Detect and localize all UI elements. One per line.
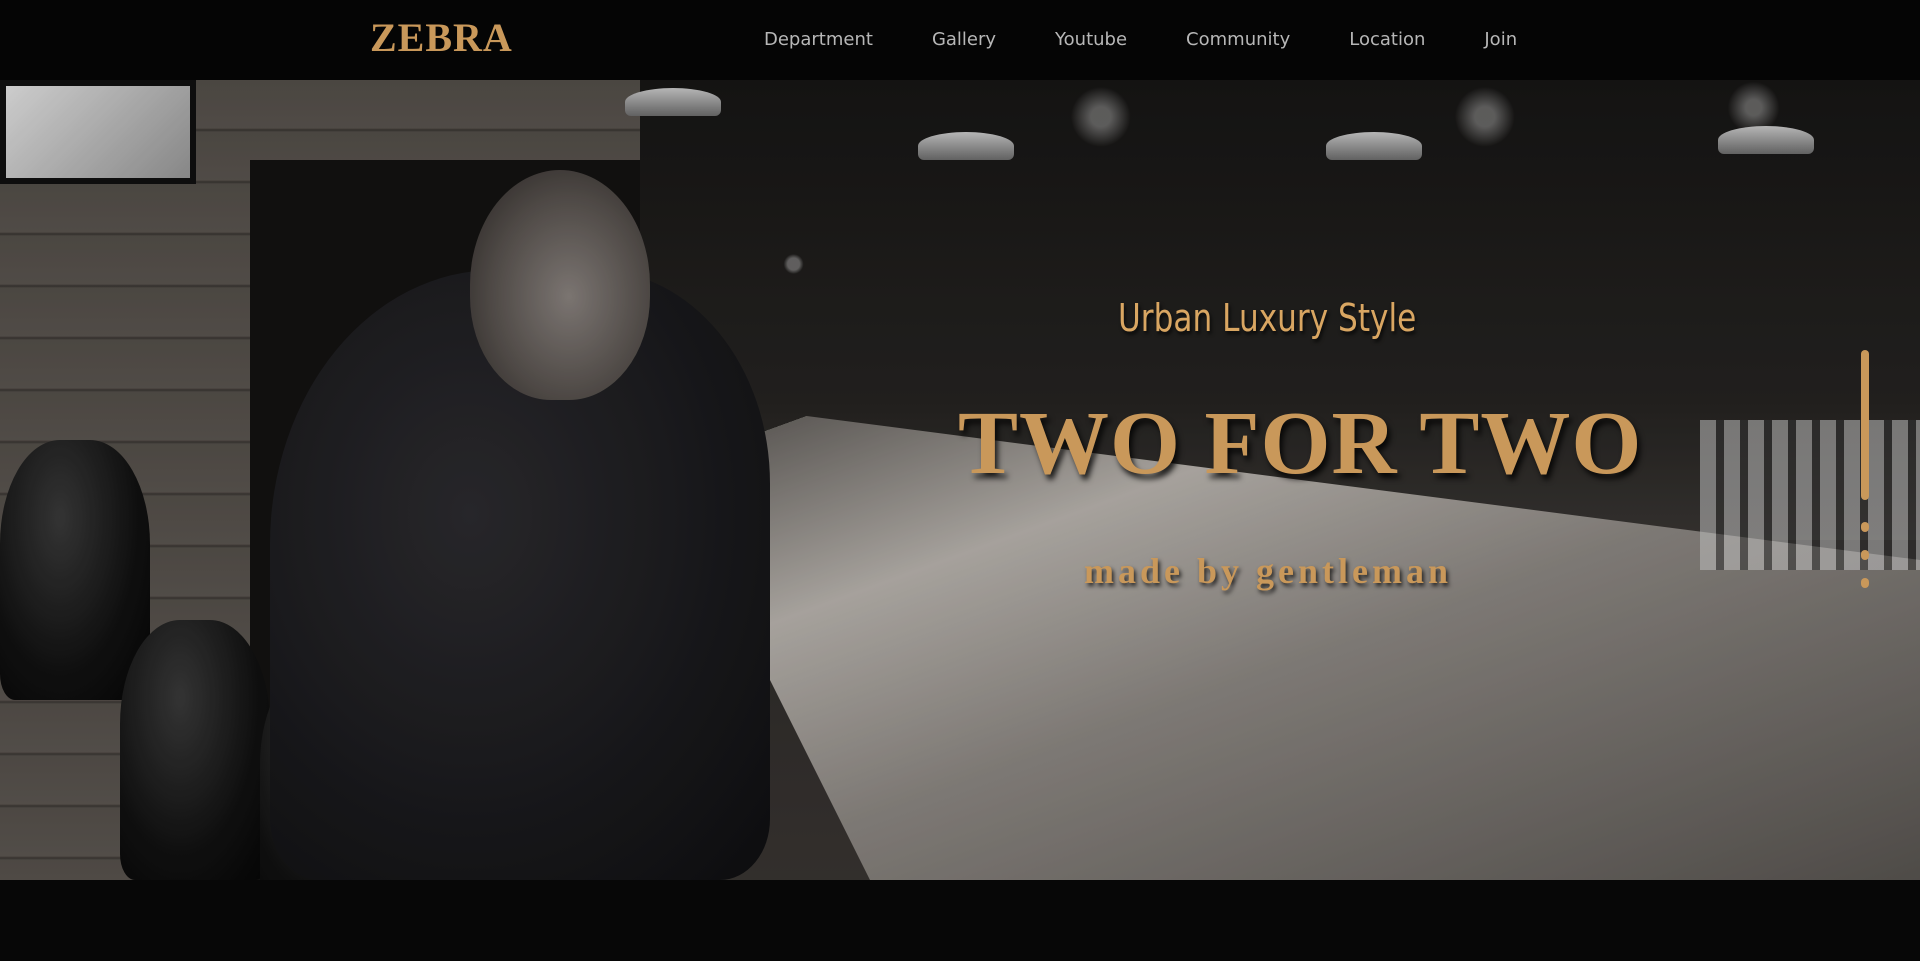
nav-item-community[interactable]: Community (1186, 29, 1290, 50)
hero-headline: TWO FOR TWO (958, 394, 1643, 493)
slide-indicator-dot[interactable] (1861, 522, 1869, 532)
nav-item-youtube[interactable]: Youtube (1055, 29, 1127, 50)
top-navbar: ZEBRA Department Gallery Youtube Communi… (0, 0, 1920, 80)
hero-subtitle: Urban Luxury Style (1118, 296, 1417, 340)
slide-indicator-dot[interactable] (1861, 578, 1869, 588)
hero-text-block: Urban Luxury Style TWO FOR TWO made by g… (0, 80, 1920, 880)
hero-banner: Urban Luxury Style TWO FOR TWO made by g… (0, 80, 1920, 880)
nav-item-join[interactable]: Join (1484, 29, 1517, 50)
logo[interactable]: ZEBRA (370, 14, 513, 61)
nav-item-department[interactable]: Department (764, 29, 873, 50)
nav-menu: Department Gallery Youtube Community Loc… (764, 0, 1517, 78)
slide-indicator (1858, 350, 1872, 600)
page-bottom-band (0, 880, 1920, 961)
slide-indicator-active[interactable] (1861, 350, 1869, 500)
hero-tagline: made by gentleman (1084, 551, 1452, 591)
nav-item-location[interactable]: Location (1349, 29, 1425, 50)
nav-item-gallery[interactable]: Gallery (932, 29, 996, 50)
slide-indicator-dot[interactable] (1861, 550, 1869, 560)
